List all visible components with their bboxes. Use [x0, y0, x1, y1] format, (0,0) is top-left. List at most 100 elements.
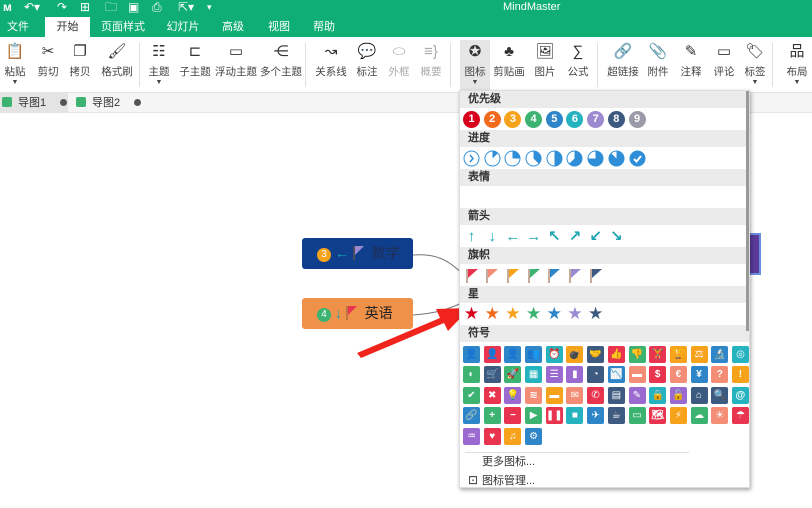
priority-3-icon[interactable]: 3: [504, 110, 522, 128]
emoji-icon[interactable]: 😁: [463, 189, 480, 206]
floating-topic-button[interactable]: ▭ 浮动主题: [214, 40, 258, 90]
symbol-icon[interactable]: ⚡: [669, 407, 687, 425]
symbol-icon[interactable]: 👍: [607, 345, 625, 363]
tab-slides[interactable]: 幻灯片: [162, 17, 204, 37]
symbol-icon[interactable]: ◔: [587, 366, 605, 384]
emoji-icon[interactable]: 😭: [566, 189, 583, 206]
symbol-icon[interactable]: !: [731, 366, 749, 384]
symbol-icon[interactable]: ✈: [587, 407, 605, 425]
symbol-icon[interactable]: ◐: [463, 366, 480, 384]
symbol-icon[interactable]: ▬: [628, 366, 646, 384]
star-icon[interactable]: ★: [525, 304, 542, 323]
topic-node-english[interactable]: 4 ↓ 英语: [302, 298, 413, 329]
chevron-down-icon[interactable]: ▼: [460, 79, 490, 87]
symbol-icon[interactable]: 💣: [566, 345, 584, 363]
clipart-button[interactable]: ♣ 剪贴画: [492, 40, 526, 90]
symbol-icon[interactable]: ♥: [483, 427, 501, 445]
flag-icon[interactable]: [504, 267, 521, 284]
symbol-icon[interactable]: ≋: [525, 386, 543, 404]
flag-icon[interactable]: [587, 267, 604, 284]
layout-button[interactable]: 品布局 ▼: [782, 40, 812, 90]
emoji-icon[interactable]: 😑: [649, 189, 666, 206]
tab-view[interactable]: 视图: [261, 17, 297, 37]
symbol-icon[interactable]: 👤: [504, 345, 522, 363]
symbol-icon[interactable]: −: [504, 407, 522, 425]
progress-62.5-icon[interactable]: [566, 150, 583, 167]
progress-87.5-icon[interactable]: [608, 150, 625, 167]
symbol-icon[interactable]: ¥: [690, 366, 708, 384]
symbol-icon[interactable]: 🚀: [504, 366, 522, 384]
progress-0-icon[interactable]: [463, 150, 480, 167]
symbol-icon[interactable]: +: [483, 407, 501, 425]
attachment-button[interactable]: 📎 附件: [643, 40, 673, 90]
priority-8-icon[interactable]: 8: [607, 110, 625, 128]
arrow-icon[interactable]: ↘: [608, 228, 625, 245]
symbol-icon[interactable]: ☰: [545, 366, 563, 384]
print-icon[interactable]: ⎙: [152, 0, 162, 17]
symbol-icon[interactable]: ▮: [566, 366, 584, 384]
emoji-icon[interactable]: 😒: [525, 189, 542, 206]
comment-button[interactable]: ▭ 评论: [709, 40, 739, 90]
note-button[interactable]: ✎ 注释: [676, 40, 706, 90]
open-icon[interactable]: 🗀: [105, 0, 117, 17]
relationship-button[interactable]: ↝ 关系线: [313, 40, 349, 90]
arrow-icon[interactable]: ↓: [484, 228, 501, 245]
symbol-icon[interactable]: 🔗: [463, 407, 480, 425]
symbol-icon[interactable]: ❚❚: [545, 407, 563, 425]
subtopic-button[interactable]: ⊏ 子主题: [177, 40, 213, 90]
tab-help[interactable]: 帮助: [306, 17, 342, 37]
star-icon[interactable]: ★: [546, 304, 563, 323]
symbol-icon[interactable]: 📉: [607, 366, 625, 384]
symbol-icon[interactable]: ♫: [504, 427, 522, 445]
progress-12.5-icon[interactable]: [484, 150, 501, 167]
more-icons-item[interactable]: 更多图标...: [460, 453, 749, 471]
hyperlink-button[interactable]: 🔗 超链接: [605, 40, 641, 90]
tab-advanced[interactable]: 高级: [215, 17, 251, 37]
symbol-icon[interactable]: ⏰: [545, 345, 563, 363]
progress-50-icon[interactable]: [546, 150, 563, 167]
priority-5-icon[interactable]: 5: [545, 110, 563, 128]
manage-icons-item[interactable]: ⊡ 图标管理...: [460, 471, 749, 489]
progress-75-icon[interactable]: [587, 150, 604, 167]
symbol-icon[interactable]: 💡: [504, 386, 522, 404]
emoji-icon[interactable]: 😆: [691, 189, 708, 206]
emoji-icon[interactable]: 😶: [711, 189, 728, 206]
image-button[interactable]: 🖼 图片: [531, 40, 559, 90]
unsaved-dot-icon[interactable]: [60, 99, 68, 106]
symbol-icon[interactable]: ☕: [607, 407, 625, 425]
flag-icon[interactable]: [546, 267, 563, 284]
symbol-icon[interactable]: €: [669, 366, 687, 384]
priority-9-icon[interactable]: 9: [628, 110, 646, 128]
symbol-icon[interactable]: ✎: [628, 386, 646, 404]
flag-icon[interactable]: [463, 267, 480, 284]
emoji-icon[interactable]: 😊: [484, 189, 501, 206]
symbol-icon[interactable]: 🗺: [649, 407, 667, 425]
symbol-icon[interactable]: ◎: [731, 345, 749, 363]
symbol-icon[interactable]: ✖: [483, 386, 501, 404]
arrow-icon[interactable]: →: [525, 228, 542, 245]
emoji-icon[interactable]: 😡: [546, 189, 563, 206]
symbol-icon[interactable]: 👤: [463, 345, 480, 363]
chevron-down-icon[interactable]: ▼: [144, 79, 174, 87]
copy-button[interactable]: ❐ 拷贝: [66, 40, 94, 90]
symbol-icon[interactable]: 👎: [628, 345, 646, 363]
paste-button[interactable]: 📋 粘贴 ▼: [2, 40, 28, 90]
new-icon[interactable]: ⊞: [80, 0, 90, 17]
symbol-icon[interactable]: ▦: [525, 366, 543, 384]
progress-37.5-icon[interactable]: [525, 150, 542, 167]
symbol-icon[interactable]: 🔓: [669, 386, 687, 404]
symbol-icon[interactable]: ✔: [463, 386, 480, 404]
topic-node-math[interactable]: 3 ← 数学: [302, 238, 413, 269]
formula-button[interactable]: ∑ 公式: [564, 40, 592, 90]
symbol-icon[interactable]: @: [731, 386, 749, 404]
arrow-icon[interactable]: ↑: [463, 228, 480, 245]
symbol-icon[interactable]: $: [649, 366, 667, 384]
symbol-icon[interactable]: ⚙: [525, 427, 543, 445]
undo-icon[interactable]: ↶▾: [24, 0, 40, 17]
symbol-icon[interactable]: 🏆: [669, 345, 687, 363]
symbol-icon[interactable]: ✉: [566, 386, 584, 404]
progress-25-icon[interactable]: [504, 150, 521, 167]
symbol-icon[interactable]: ☀: [711, 407, 729, 425]
star-icon[interactable]: ★: [587, 304, 604, 323]
star-icon[interactable]: ★: [463, 304, 480, 323]
